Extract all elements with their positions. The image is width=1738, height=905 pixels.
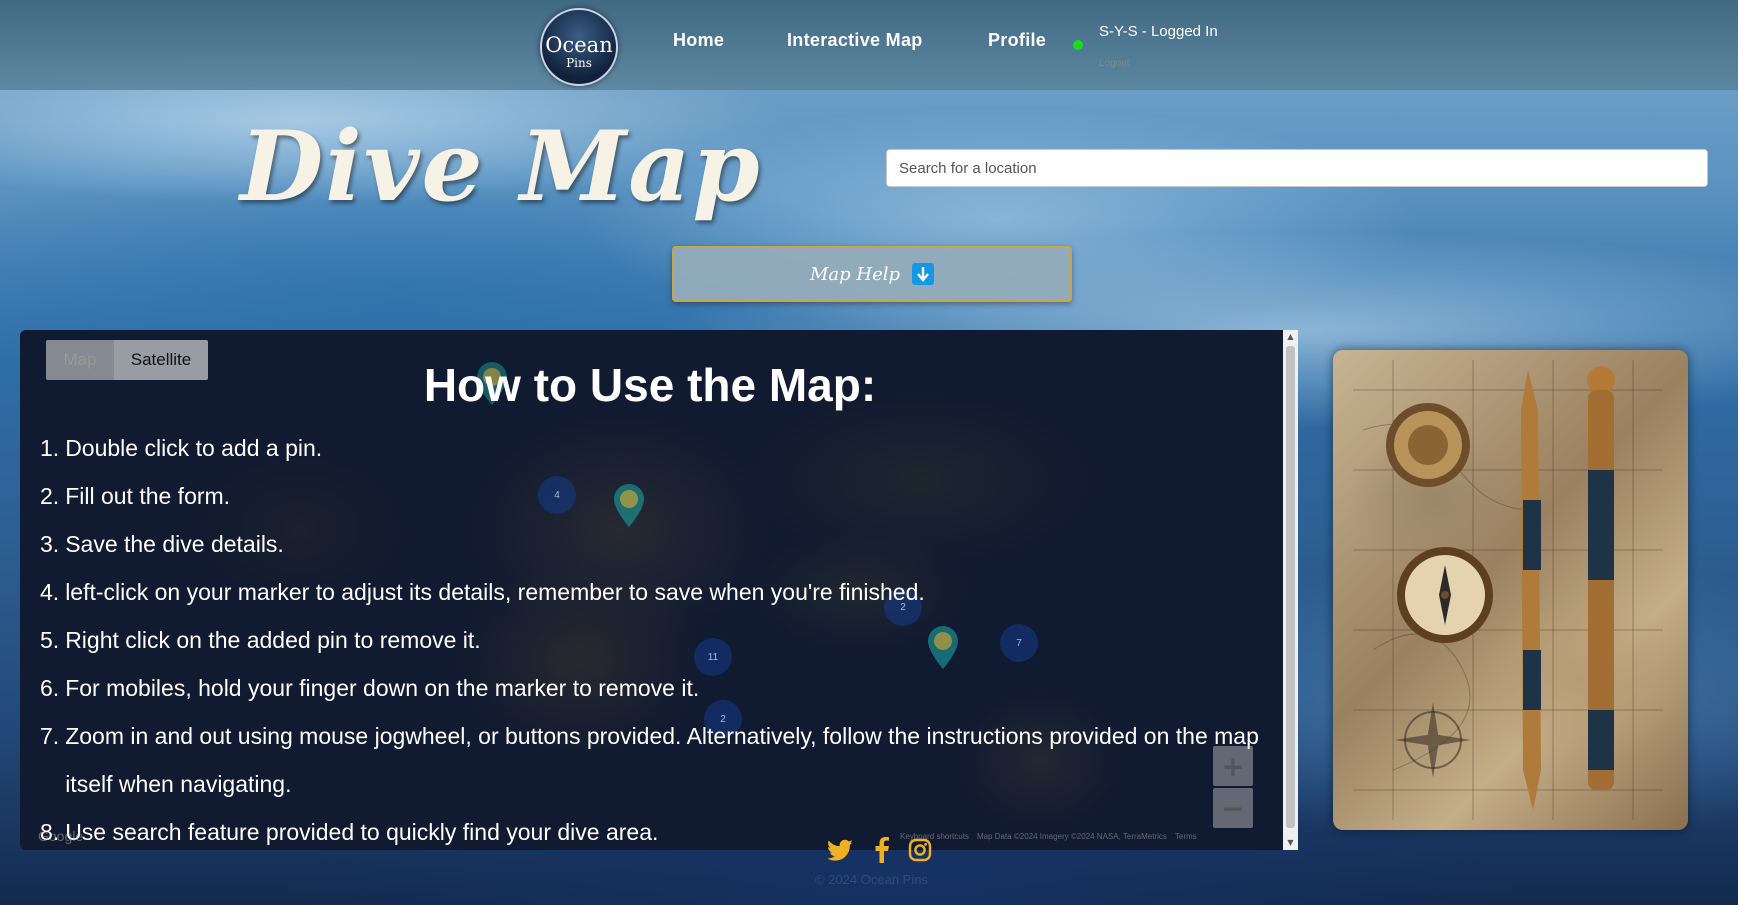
facebook-icon[interactable] [868, 836, 896, 864]
logout-link[interactable]: Logout [1099, 58, 1130, 69]
map-help-label: Map Help [809, 263, 901, 285]
zoom-out-button[interactable]: − [1213, 788, 1253, 828]
decorative-compass-image [1333, 350, 1688, 830]
login-status: S-Y-S - Logged In [1099, 23, 1218, 40]
map-help-panel: How to Use the Map: 1. Double click to ad… [20, 330, 1288, 850]
help-steps-list: 1. Double click to add a pin. 2. Fill out … [40, 424, 1270, 850]
map-attribution: Keyboard shortcuts Map Data ©2024 Imager… [900, 832, 1197, 846]
dive-map[interactable]: 4 2 11 7 2 Map Satellite How to Use the … [20, 330, 1298, 850]
scrollbar-thumb[interactable] [1286, 346, 1295, 828]
nav-interactive-map-link[interactable]: Interactive Map [787, 30, 923, 51]
logo-text-top: Ocean [545, 33, 613, 57]
copyright: © 2024 Ocean Pins [815, 872, 928, 887]
scroll-down-arrow-icon[interactable]: ▼ [1283, 836, 1298, 850]
page-title: Dive Map [240, 110, 762, 223]
logo-text-bottom: Pins [566, 56, 592, 70]
help-step: 3. Save the dive details. [40, 531, 284, 557]
map-data-credit: Map Data ©2024 Imagery ©2024 NASA, Terra… [976, 832, 1167, 841]
logo[interactable]: Ocean Pins [540, 8, 618, 86]
help-step: 4. left-click on your marker to adjust it… [40, 579, 925, 605]
location-search-input[interactable] [886, 149, 1708, 187]
help-step: 5. Right click on the added pin to remove… [40, 627, 481, 653]
help-step: 6. For mobiles, hold your finger down on … [40, 675, 700, 701]
nav-home-link[interactable]: Home [673, 30, 724, 51]
help-step: 2. Fill out the form. [40, 483, 231, 509]
twitter-icon[interactable] [827, 836, 855, 864]
nav-profile-link[interactable]: Profile [988, 30, 1046, 51]
zoom-in-button[interactable]: + [1213, 746, 1253, 786]
compass-icon [1386, 403, 1470, 487]
online-status-dot [1073, 40, 1083, 50]
help-heading: How to Use the Map: [423, 359, 877, 411]
arrow-down-icon [912, 263, 935, 285]
google-logo: Google [38, 828, 84, 844]
scroll-up-arrow-icon[interactable]: ▲ [1283, 330, 1298, 344]
terms-link[interactable]: Terms [1175, 832, 1197, 846]
map-help-button[interactable]: Map Help [672, 246, 1072, 302]
help-panel-scrollbar[interactable]: ▲ ▼ [1283, 330, 1298, 850]
instagram-icon[interactable] [906, 836, 934, 864]
help-step: 1. Double click to add a pin. [40, 435, 323, 461]
help-step: 7. Zoom in and out using mouse jogwheel, … [40, 723, 1259, 797]
navbar: Ocean Pins Home Interactive Map Profile … [0, 0, 1738, 90]
